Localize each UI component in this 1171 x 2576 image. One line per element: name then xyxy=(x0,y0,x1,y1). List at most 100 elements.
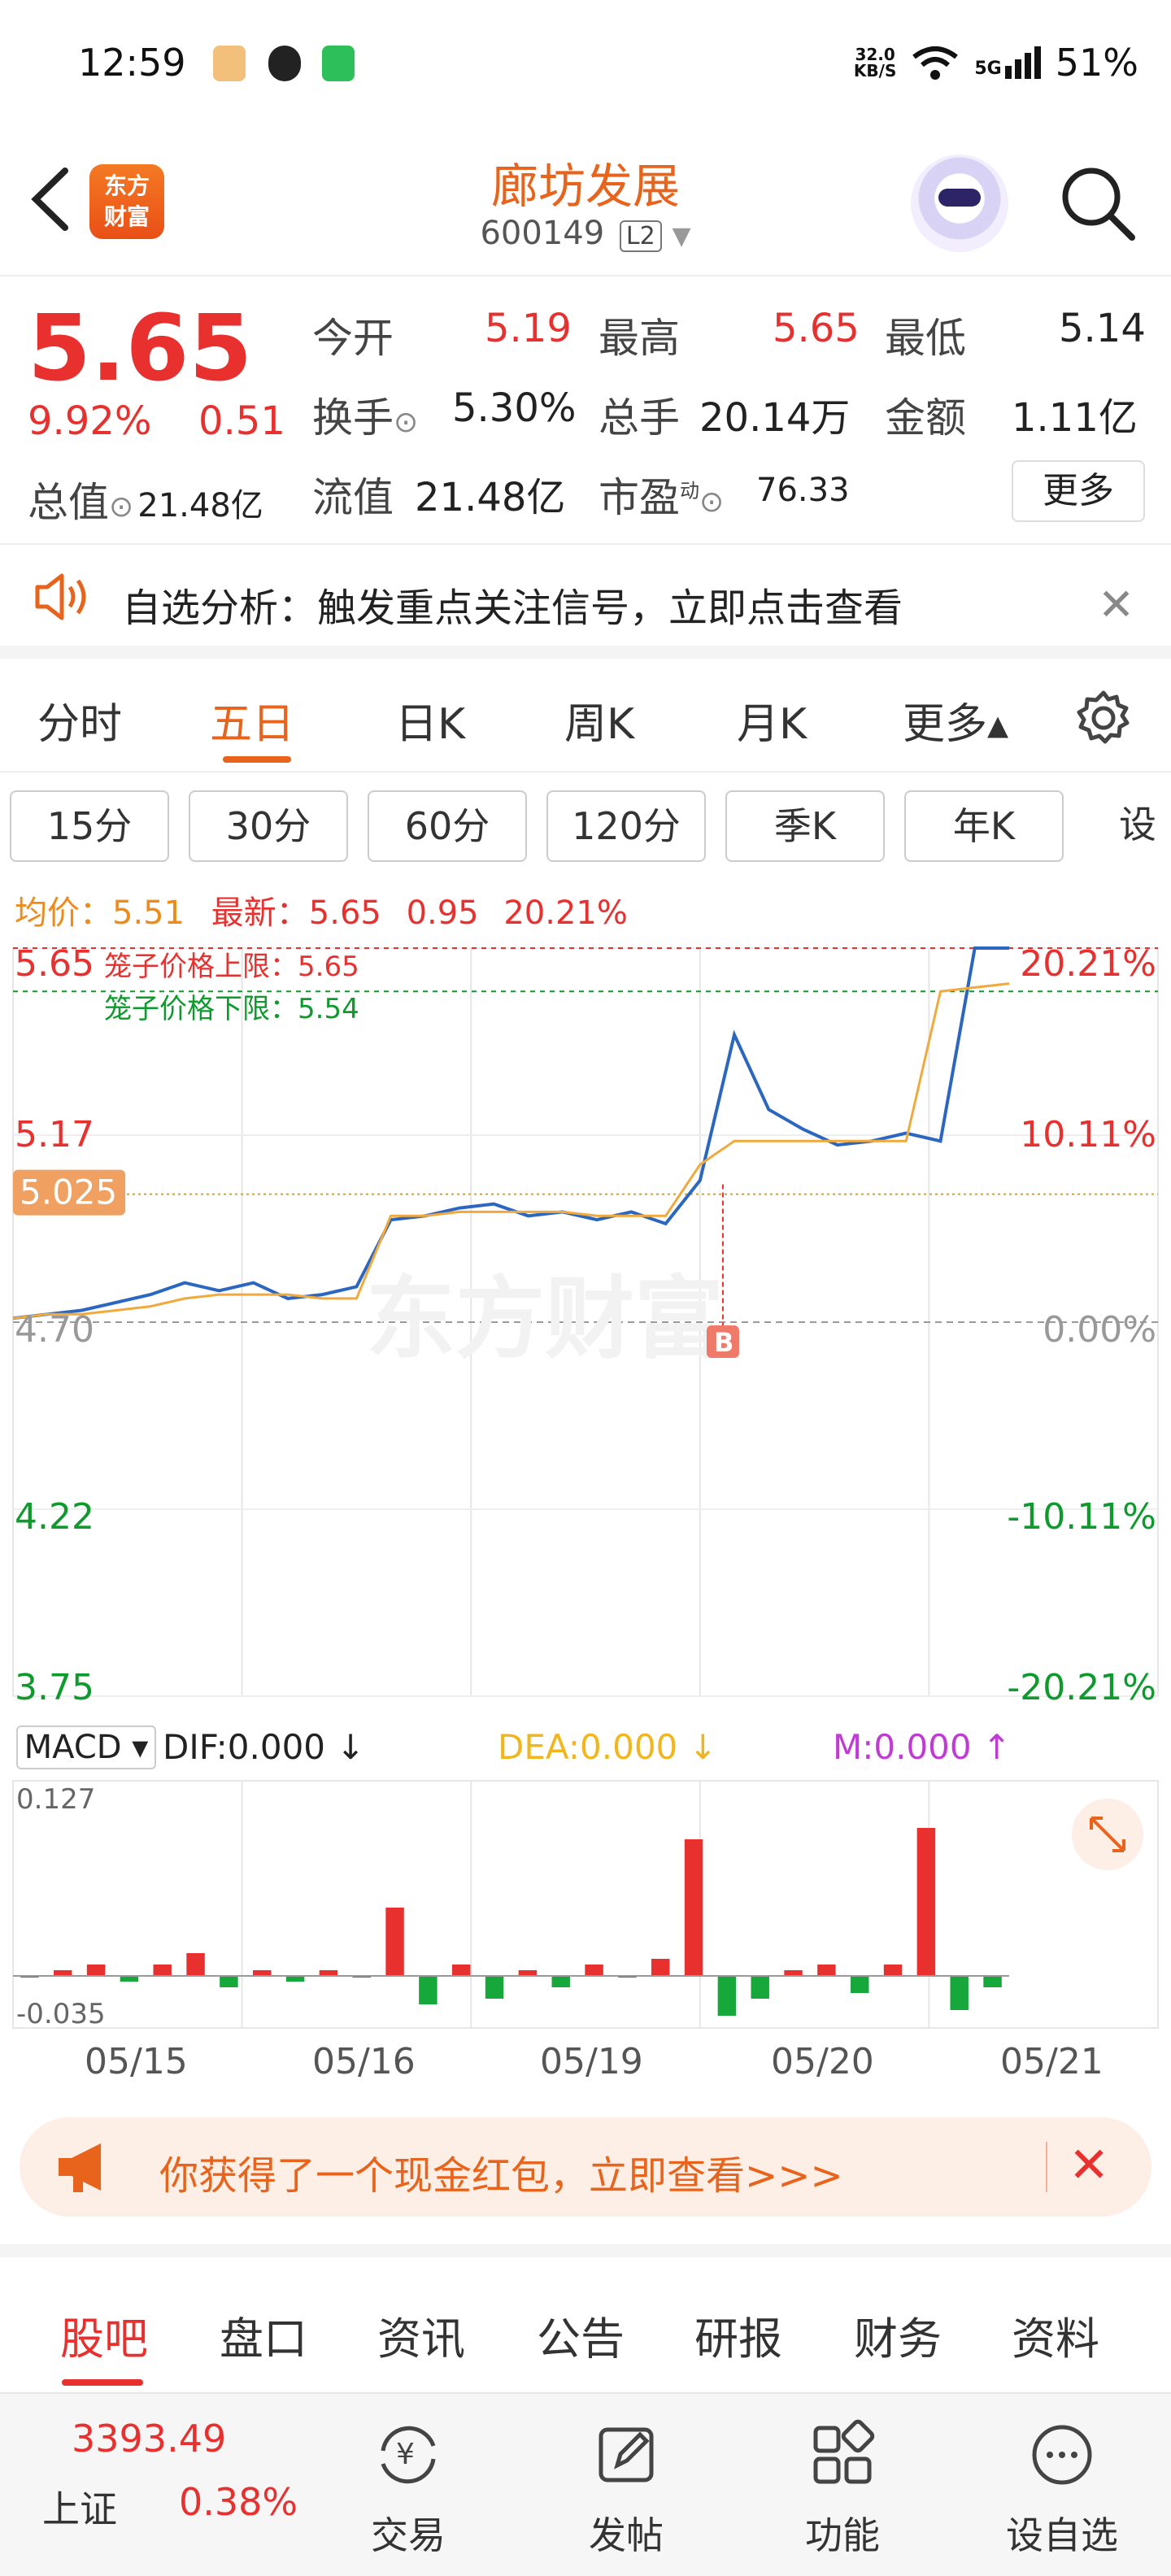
tab-guba[interactable]: 股吧 xyxy=(60,2303,148,2367)
index-value[interactable]: 3393.49 xyxy=(72,2417,226,2461)
tab-settings[interactable]: 设置 xyxy=(1083,790,1171,862)
macd-bar xyxy=(983,1976,1002,1987)
tab-monthly-k[interactable]: 月K xyxy=(737,690,807,751)
dropdown-arrow-icon: ▼ xyxy=(672,222,691,250)
macd-bar xyxy=(916,1828,936,1976)
macd-bar xyxy=(485,1976,504,1999)
analysis-notice[interactable]: 自选分析：触发重点关注信号，立即点击查看 ✕ xyxy=(0,546,1171,659)
index-change: 0.38% xyxy=(179,2480,298,2524)
macd-dea: DEA:0.000 ↓ xyxy=(498,1727,717,1767)
date-label: 05/16 xyxy=(312,2041,416,2082)
status-bar: 12:59 32.0 KB/S 5G 51% xyxy=(0,0,1171,130)
market-cap[interactable]: 总值⊙ 21.48亿 xyxy=(28,470,263,529)
macd-bar xyxy=(54,1970,72,1976)
indicator-selector[interactable]: MACD ▾ xyxy=(16,1725,156,1769)
low-label: 最低 xyxy=(885,315,966,362)
buy-marker-label: B xyxy=(714,1327,734,1358)
tab-30min[interactable]: 30分 xyxy=(189,790,348,862)
content-tabs: 股吧 盘口 资讯 公告 研报 财务 资料 xyxy=(0,2244,1171,2386)
y-axis-left-tick: 5.17 xyxy=(15,1114,94,1155)
search-icon[interactable] xyxy=(1057,163,1138,244)
tab-news[interactable]: 资讯 xyxy=(377,2303,465,2367)
tab-more[interactable]: 更多▴ xyxy=(903,690,1008,751)
stock-header: 东方 财富 廊坊发展 600149 L2 ▼ xyxy=(0,130,1171,276)
more-dots-icon xyxy=(1032,2425,1092,2485)
tab-five-day[interactable]: 五日 xyxy=(210,690,294,751)
float-cap-label: 流值 xyxy=(312,474,394,521)
amount-label: 金额 xyxy=(885,394,966,442)
bottom-nav: 3393.49 上证 0.38% ¥ 交易 发帖 功能 设自选 xyxy=(0,2392,1171,2576)
float-cap-value: 21.48亿 xyxy=(415,475,566,520)
cell-signal-icon: 5G xyxy=(974,46,1041,79)
macd-dif: DIF:0.000 ↓ xyxy=(163,1727,365,1767)
close-icon[interactable]: ✕ xyxy=(1098,579,1134,630)
tab-weekly-k[interactable]: 周K xyxy=(564,690,634,751)
app-notification-icon xyxy=(268,46,301,81)
macd-bar xyxy=(817,1965,836,1976)
y-axis-left-tick: 5.65 xyxy=(15,943,94,985)
macd-bar xyxy=(319,1970,338,1976)
amount-value: 1.11亿 xyxy=(1012,395,1138,441)
high-value: 5.65 xyxy=(773,306,860,351)
index-name[interactable]: 上证 xyxy=(42,2480,117,2534)
macd-bar xyxy=(784,1970,803,1976)
macd-y-bottom: -0.035 xyxy=(16,1998,106,2030)
active-tab-indicator xyxy=(62,2379,143,2386)
macd-bar xyxy=(883,1965,903,1976)
macd-bar xyxy=(684,1839,703,1976)
macd-bar xyxy=(850,1976,869,1993)
megaphone-icon xyxy=(59,2143,101,2192)
macd-chart[interactable]: 0.127 -0.035 xyxy=(0,1773,1171,2033)
tab-finance[interactable]: 财务 xyxy=(854,2303,942,2367)
cage-upper-label: 笼子价格上限：5.65 xyxy=(104,951,359,983)
period-tabs: 分时 五日 日K 周K 月K 更多▴ xyxy=(0,659,1171,772)
low-value: 5.14 xyxy=(1059,306,1146,351)
macd-bar xyxy=(153,1965,172,1976)
macd-bar xyxy=(86,1965,106,1976)
ai-robot-avatar[interactable] xyxy=(911,154,1008,252)
tab-60min[interactable]: 60分 xyxy=(368,790,527,862)
macd-bar xyxy=(751,1976,769,1999)
macd-bar xyxy=(220,1976,238,1987)
tab-daily-k[interactable]: 日K xyxy=(395,690,465,751)
more-quote-button[interactable]: 更多 xyxy=(1012,460,1145,522)
change-percent: 9.92% xyxy=(28,398,152,444)
macd-bar xyxy=(285,1976,305,1982)
change-amount: 0.51 xyxy=(198,398,285,444)
macd-bar xyxy=(518,1970,538,1976)
date-label: 05/21 xyxy=(1000,2041,1104,2082)
nav-post[interactable]: 发帖 xyxy=(553,2418,699,2560)
tab-quarter-k[interactable]: 季K xyxy=(725,790,885,862)
stock-code: 600149 xyxy=(480,215,605,252)
status-time: 12:59 xyxy=(78,41,186,85)
pe-value: 76.33 xyxy=(756,472,850,509)
settings-gear-icon[interactable] xyxy=(1075,690,1132,746)
active-tab-indicator xyxy=(223,756,291,763)
nav-add-watchlist[interactable]: 设自选 xyxy=(989,2418,1135,2560)
svg-text:¥: ¥ xyxy=(396,2438,415,2471)
tab-15min[interactable]: 15分 xyxy=(10,790,169,862)
red-packet-banner[interactable]: 你获得了一个现金红包，立即查看>>> ✕ xyxy=(20,2117,1151,2217)
tab-120min[interactable]: 120分 xyxy=(546,790,706,862)
quote-panel: 5.65 9.92% 0.51 总值⊙ 21.48亿 今开 5.19 最高 5.… xyxy=(0,276,1171,545)
turnover-value: 5.30% xyxy=(452,385,577,431)
watermark: 东方财富 xyxy=(366,1267,724,1371)
tab-announcements[interactable]: 公告 xyxy=(537,2303,625,2367)
cage-lower-label: 笼子价格下限：5.54 xyxy=(104,993,359,1025)
nav-functions[interactable]: 功能 xyxy=(769,2418,916,2560)
tab-research[interactable]: 研报 xyxy=(694,2303,782,2367)
tab-year-k[interactable]: 年K xyxy=(904,790,1064,862)
five-day-chart[interactable]: 东方财富 B 5.65 5.17 4.70 4.22 3.75 20.21% 10.11% 0… xyxy=(0,943,1171,1716)
close-icon[interactable]: ✕ xyxy=(1069,2137,1109,2194)
macd-bar xyxy=(651,1959,670,1976)
nav-trade[interactable]: ¥ 交易 xyxy=(335,2418,481,2560)
tab-pankou[interactable]: 盘口 xyxy=(220,2303,307,2367)
notice-text: 自选分析：触发重点关注信号，立即点击查看 xyxy=(122,585,903,631)
macd-bar xyxy=(419,1976,437,2004)
tab-profile[interactable]: 资料 xyxy=(1012,2303,1099,2367)
status-indicators: 32.0 KB/S 5G 51% xyxy=(854,41,1138,85)
y-axis-right-tick: 0.00% xyxy=(1043,1309,1156,1351)
network-speed: 32.0 KB/S xyxy=(853,45,897,80)
tab-intraday[interactable]: 分时 xyxy=(37,690,122,751)
y-axis-right-tick: 10.11% xyxy=(1020,1114,1156,1155)
